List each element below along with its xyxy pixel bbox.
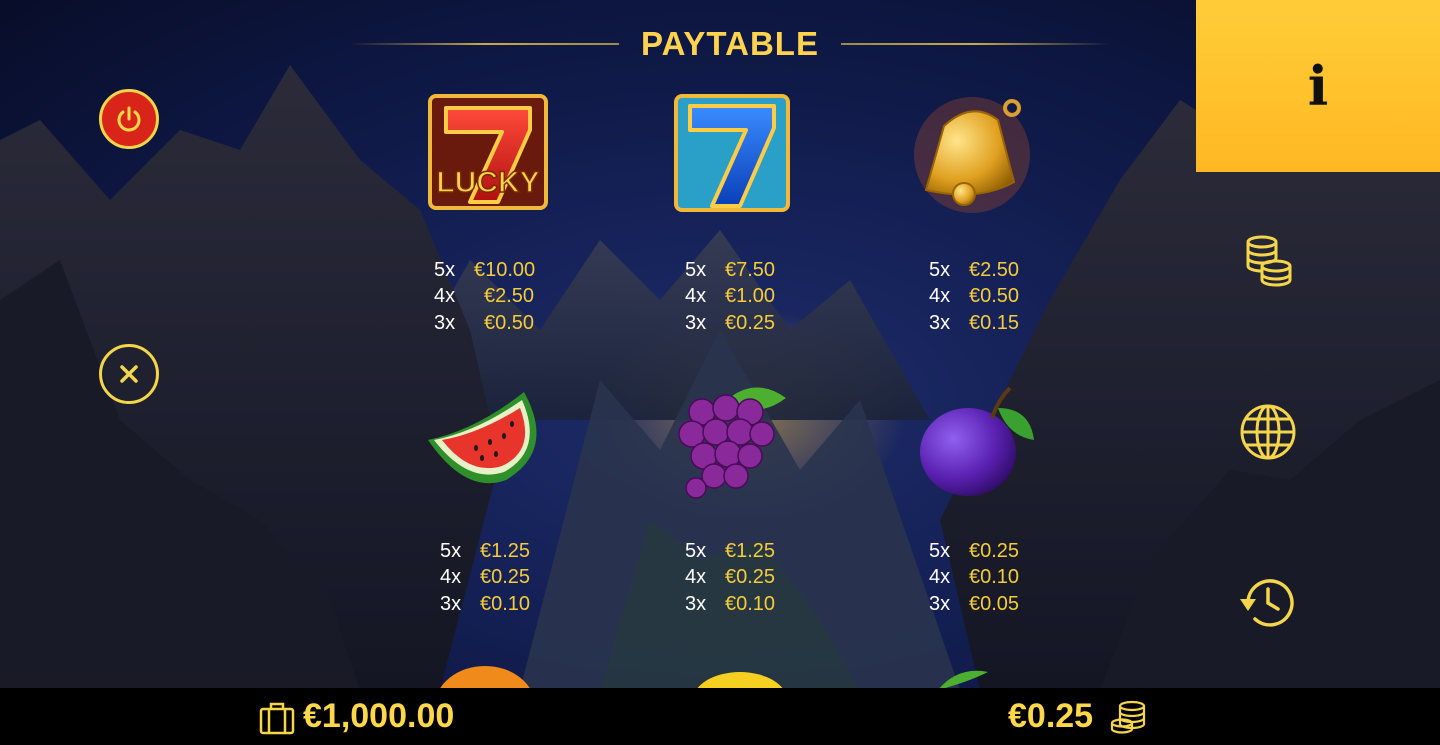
symbol-orange-partial bbox=[439, 666, 531, 690]
close-button[interactable] bbox=[99, 344, 159, 404]
pays-blue-seven: 5x €7.50 4x €1.00 3x €0.25 bbox=[685, 258, 776, 334]
symbol-bell bbox=[914, 97, 1030, 213]
balance-amount: €1,000.00 bbox=[303, 697, 455, 735]
symbol-watermelon bbox=[428, 392, 537, 484]
coins-icon bbox=[1246, 235, 1292, 287]
power-icon bbox=[117, 106, 141, 132]
title-divider-left bbox=[350, 43, 620, 45]
coin-stack-icon bbox=[1110, 700, 1146, 734]
bet-settings-button[interactable] bbox=[1238, 230, 1298, 290]
history-icon bbox=[1240, 579, 1294, 627]
pays-watermelon: 5x €1.25 4x €0.25 3x €0.10 bbox=[440, 539, 531, 615]
power-button[interactable] bbox=[99, 89, 159, 149]
lucky-label: LUCKY bbox=[436, 166, 539, 199]
title-divider-right bbox=[840, 43, 1111, 45]
info-icon: i bbox=[1307, 54, 1329, 118]
pays-plum: 5x €0.25 4x €0.10 3x €0.05 bbox=[929, 539, 1020, 615]
symbol-blue-seven bbox=[674, 94, 790, 212]
pays-lucky-seven: 5x €10.00 4x €2.50 3x €0.50 bbox=[434, 258, 536, 334]
paytable-header: PAYTABLE bbox=[350, 22, 1111, 66]
symbol-lemon-partial bbox=[696, 672, 784, 690]
pays-grapes: 5x €1.25 4x €0.25 3x €0.10 bbox=[685, 539, 776, 615]
symbol-plum bbox=[920, 386, 1034, 496]
wallet-icon bbox=[259, 702, 295, 735]
pays-bell: 5x €2.50 4x €0.50 3x €0.15 bbox=[929, 258, 1020, 334]
symbol-lucky-seven: LUCKY bbox=[428, 94, 548, 210]
history-button[interactable] bbox=[1238, 573, 1298, 633]
language-button[interactable] bbox=[1238, 402, 1298, 462]
info-tab[interactable]: i bbox=[1196, 0, 1440, 172]
symbol-cherry-partial bbox=[938, 670, 988, 690]
close-icon bbox=[120, 365, 138, 383]
globe-icon bbox=[1240, 404, 1296, 460]
symbol-grapes bbox=[678, 387, 786, 499]
bet-amount[interactable]: €0.25 bbox=[1008, 697, 1093, 736]
status-bar bbox=[0, 688, 1440, 745]
page-title: PAYTABLE bbox=[641, 25, 819, 62]
